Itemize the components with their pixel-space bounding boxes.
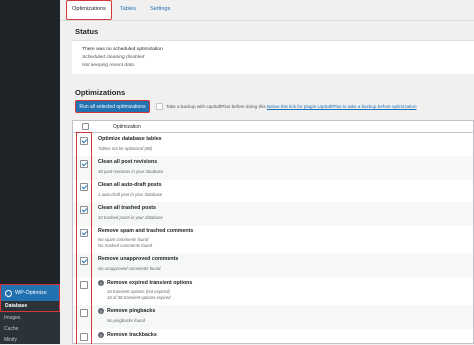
row-title: Remove unapproved comments — [98, 256, 179, 262]
run-all-button[interactable]: Run all selected optimizations — [75, 100, 150, 113]
row-sub: Tables not be optimized (88) — [98, 146, 153, 151]
row-sub: No trashed comments found — [98, 243, 152, 248]
table-row: Clean all post revisions 48 post revisio… — [73, 156, 473, 180]
status-heading: Status — [75, 27, 99, 36]
tab-optimizations[interactable]: Optimizations — [66, 0, 112, 20]
row-title: Remove expired transient options — [107, 280, 193, 286]
submenu-cache[interactable]: Cache — [0, 323, 60, 334]
row-sub: 1 auto-draft post in your database — [98, 192, 163, 197]
table-row: Remove unapproved comments No unapproved… — [73, 253, 473, 277]
row-sub: 48 post revisions in your database — [98, 169, 164, 174]
info-icon[interactable]: ! — [98, 332, 104, 338]
table-row: Optimize database tables Tables not be o… — [73, 133, 473, 157]
row-sub: 16 transient options (not expired) — [107, 289, 170, 294]
backup-prefix: Take a backup with UpdraftPlus before do… — [166, 104, 266, 109]
row-sub: 10 trashed posts in your database — [98, 215, 163, 220]
menu-wp-optimize-label: WP-Optimize — [15, 290, 47, 296]
backup-link[interactable]: Below this link for plugin UpdraftPlus t… — [267, 104, 417, 109]
menu-wp-optimize[interactable]: WP-Optimize — [0, 284, 60, 301]
status-line: Scheduled cleaning disabled — [82, 55, 145, 60]
backup-checkbox[interactable] — [156, 103, 163, 110]
optimizations-table: Optimization Optimize database tables Ta… — [72, 120, 474, 344]
row-title: Clean all post revisions — [98, 159, 158, 165]
tab-bar: Optimizations Tables Settings — [66, 0, 176, 20]
row-title: Remove spam and trashed comments — [98, 228, 194, 234]
status-line: Not keeping recent data — [82, 63, 134, 68]
status-line: There was no scheduled optimization — [82, 47, 163, 52]
select-all-checkbox[interactable] — [82, 123, 89, 130]
row-title: Remove trackbacks — [107, 332, 157, 338]
table-header: Optimization — [73, 121, 473, 133]
row-title: Clean all trashed posts — [98, 205, 156, 211]
table-row: ! Remove trackbacks — [73, 329, 473, 345]
row-sub: 16 of 38 transient options expired — [107, 295, 171, 300]
table-row: Clean all auto-draft posts 1 auto-draft … — [73, 179, 473, 203]
table-row: Clean all trashed posts 10 trashed posts… — [73, 202, 473, 226]
row-title: Optimize database tables — [98, 136, 162, 142]
info-icon[interactable]: ! — [98, 280, 104, 286]
tab-tables[interactable]: Tables — [114, 0, 142, 20]
submenu-minify[interactable]: Minify — [0, 334, 60, 345]
highlight-checkbox-column — [76, 132, 92, 344]
row-title: Remove pingbacks — [107, 308, 156, 314]
main-content: Optimizations Tables Settings Status The… — [60, 0, 474, 344]
tab-settings[interactable]: Settings — [144, 0, 176, 20]
column-header: Optimization — [113, 124, 141, 130]
row-title: Clean all auto-draft posts — [98, 182, 162, 188]
submenu-images[interactable]: Images — [0, 312, 60, 323]
submenu-database[interactable]: Database — [0, 301, 60, 312]
row-sub: No spam comments found — [98, 237, 149, 242]
row-sub: No pingbacks found — [107, 318, 145, 323]
tab-divider — [60, 20, 474, 21]
table-row: ! Remove pingbacks No pingbacks found — [73, 305, 473, 329]
status-box: There was no scheduled optimization Sche… — [72, 40, 474, 74]
gear-icon — [5, 289, 12, 297]
info-icon[interactable]: ! — [98, 308, 104, 314]
optimizations-heading: Optimizations — [75, 88, 126, 97]
row-sub: No unapproved comments found — [98, 266, 161, 271]
backup-text: Take a backup with UpdraftPlus before do… — [166, 104, 417, 109]
table-row: Remove spam and trashed comments No spam… — [73, 225, 473, 253]
table-row: ! Remove expired transient options 16 tr… — [73, 277, 473, 305]
